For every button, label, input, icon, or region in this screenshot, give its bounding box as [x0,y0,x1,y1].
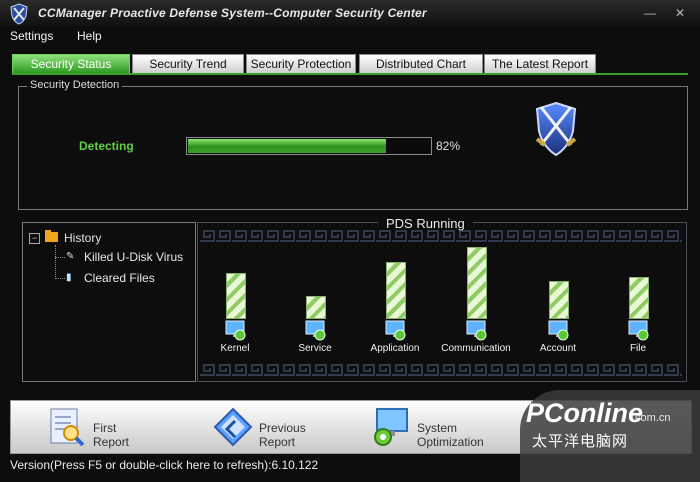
previous-report-button[interactable]: Previous Report [213,407,363,449]
tab-security-protection[interactable]: Security Protection [246,54,356,74]
pds-bar-label: Kernel [220,343,250,354]
pds-bar-label: Service [298,343,332,354]
pds-bar [467,247,487,319]
monitor-gear-icon [374,408,408,446]
report-arrow-icon [213,407,253,447]
monitor-network-icon [466,320,487,341]
security-detection-group: Security Detection Detecting 82% [18,79,688,210]
menu-help[interactable]: Help [77,29,102,43]
detection-progress-bar [186,137,432,155]
tab-latest-report[interactable]: The Latest Report [484,54,596,74]
tab-security-trend[interactable]: Security Trend [132,54,244,74]
menu-bar: Settings Help [0,27,700,47]
pds-running-panel: PDS Running Kernel Service Application Comm… [197,216,687,382]
watermark: PConline .com.cn 太平洋电脑网 [520,390,700,482]
detecting-status: Detecting [79,139,134,153]
tree-root-history[interactable]: History [64,231,101,245]
pds-bar [386,262,406,319]
report-magnifier-icon [50,408,85,447]
monitor-file-icon [628,320,649,341]
tree-line [55,245,57,279]
tree-line [55,257,65,258]
collapse-icon[interactable]: − [29,233,40,244]
version-status[interactable]: Version(Press F5 or double-click here to… [10,458,520,474]
file-icon: ▮ [66,272,72,283]
pen-icon: ✎ [66,251,75,262]
watermark-subtitle: 太平洋电脑网 [532,432,629,450]
pds-bar-label: Application [370,343,420,354]
monitor-lock-icon [548,320,569,341]
monitor-gear-icon [305,320,326,341]
app-logo-icon [10,3,28,25]
button-label-line1: First [93,421,117,435]
window-title: CCManager Proactive Defense System--Comp… [38,6,427,20]
monitor-app-icon [385,320,406,341]
folder-icon [45,230,58,242]
button-label-line2: Report [93,435,130,449]
pds-bar-label: Communication [441,343,511,354]
first-report-button[interactable]: First Report [47,407,197,449]
tree-item[interactable]: Cleared Files [84,271,155,285]
tab-underline [12,73,688,75]
group-label: Security Detection [27,79,123,91]
shield-swords-icon [535,101,577,157]
pds-bar-label: File [629,343,647,354]
greek-border-top [200,229,682,243]
progress-percent: 82% [436,139,461,153]
pds-bar [226,273,246,319]
pds-bar [549,281,569,319]
button-label-line2: Optimization [417,435,484,449]
pds-bar [629,277,649,319]
monitor-refresh-icon [225,320,246,341]
tree-item[interactable]: Killed U-Disk Virus [84,250,183,264]
title-bar[interactable]: CCManager Proactive Defense System--Comp… [0,0,700,26]
watermark-domain: .com.cn [632,412,671,424]
progress-fill [188,139,387,153]
pds-bar [306,296,326,319]
button-label-line2: Report [259,435,296,449]
app-window: CCManager Proactive Defense System--Comp… [0,0,700,482]
tree-line [55,278,65,279]
tab-security-status[interactable]: Security Status [12,54,130,74]
button-label-line1: Previous [259,421,306,435]
close-icon[interactable]: ✕ [672,5,688,21]
menu-settings[interactable]: Settings [10,29,53,43]
pds-bar-label: Account [539,343,577,354]
system-optimization-button[interactable]: System Optimization [371,407,521,449]
button-label-line1: System [417,421,458,435]
history-tree: − History ✎ Killed U-Disk Virus ▮ Cleare… [22,222,196,382]
tab-distributed-chart[interactable]: Distributed Chart [359,54,483,74]
watermark-text: PConline [526,398,644,428]
minimize-icon[interactable]: — [642,5,658,21]
greek-border-bottom [200,363,682,377]
